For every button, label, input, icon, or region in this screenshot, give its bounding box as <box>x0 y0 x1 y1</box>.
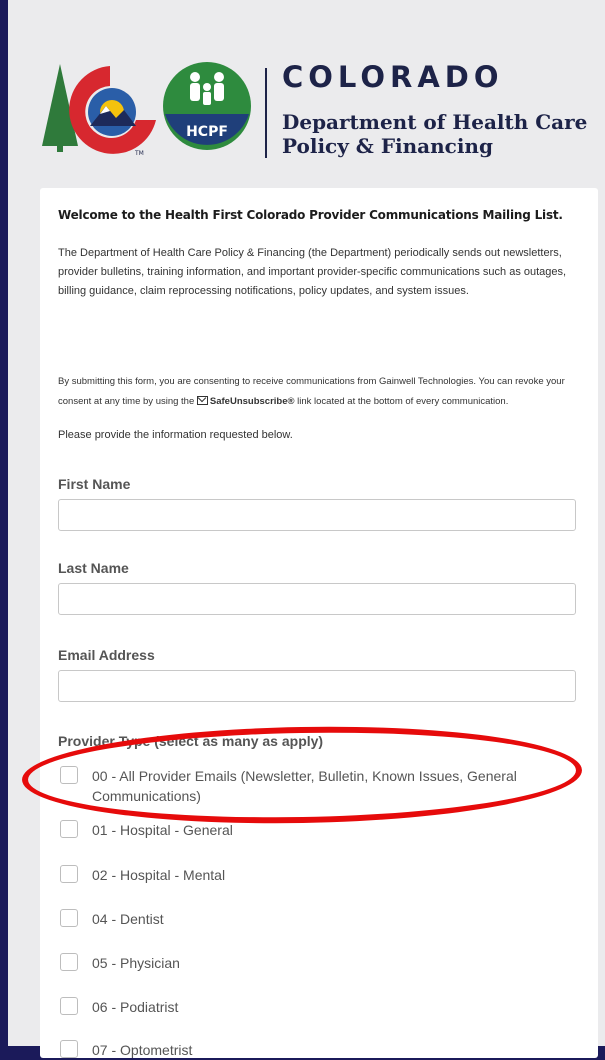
first-name-input[interactable] <box>58 499 576 531</box>
checkbox[interactable] <box>60 865 78 883</box>
signup-form-card: Welcome to the Health First Colorado Pro… <box>40 188 598 1058</box>
hcpf-badge-text: HCPF <box>186 124 228 140</box>
last-name-label: Last Name <box>58 560 129 576</box>
checkbox[interactable] <box>60 820 78 838</box>
checkbox[interactable] <box>60 909 78 927</box>
checkbox[interactable] <box>60 997 78 1015</box>
email-label: Email Address <box>58 647 155 663</box>
provider-option-label: 07 - Optometrist <box>92 1042 193 1058</box>
request-text: Please provide the information requested… <box>58 429 293 441</box>
consent-text-end: link located at the bottom of every comm… <box>294 396 509 407</box>
department-line-1: Department of Health Care <box>282 110 588 134</box>
last-name-input[interactable] <box>58 583 576 615</box>
provider-option-label: 01 - Hospital - General <box>92 822 233 838</box>
colorado-logo-icon: TM <box>42 64 156 157</box>
header: TM HCPF COLORADO Department of Health Ca… <box>40 58 600 168</box>
tm-mark: TM <box>134 150 144 157</box>
intro-paragraph: The Department of Health Care Policy & F… <box>58 247 567 297</box>
department-line-2: Policy & Financing <box>282 134 493 158</box>
checkbox[interactable] <box>60 1040 78 1058</box>
hcpf-logo-icon: HCPF <box>163 62 251 150</box>
mail-icon <box>196 396 208 405</box>
consent-text: By submitting this form, you are consent… <box>58 372 593 412</box>
welcome-heading: Welcome to the Health First Colorado Pro… <box>58 208 563 222</box>
safeunsubscribe-link[interactable]: SafeUnsubscribe® <box>210 396 295 407</box>
email-input[interactable] <box>58 670 576 702</box>
brand-name: COLORADO <box>282 60 504 94</box>
provider-option-label: 05 - Physician <box>92 955 180 971</box>
provider-option-label: 02 - Hospital - Mental <box>92 867 226 883</box>
provider-option-label: 06 - Podiatrist <box>92 999 179 1015</box>
checkbox[interactable] <box>60 953 78 971</box>
first-name-label: First Name <box>58 476 131 492</box>
header-divider <box>265 68 267 158</box>
provider-option-label: 04 - Dentist <box>92 911 164 927</box>
